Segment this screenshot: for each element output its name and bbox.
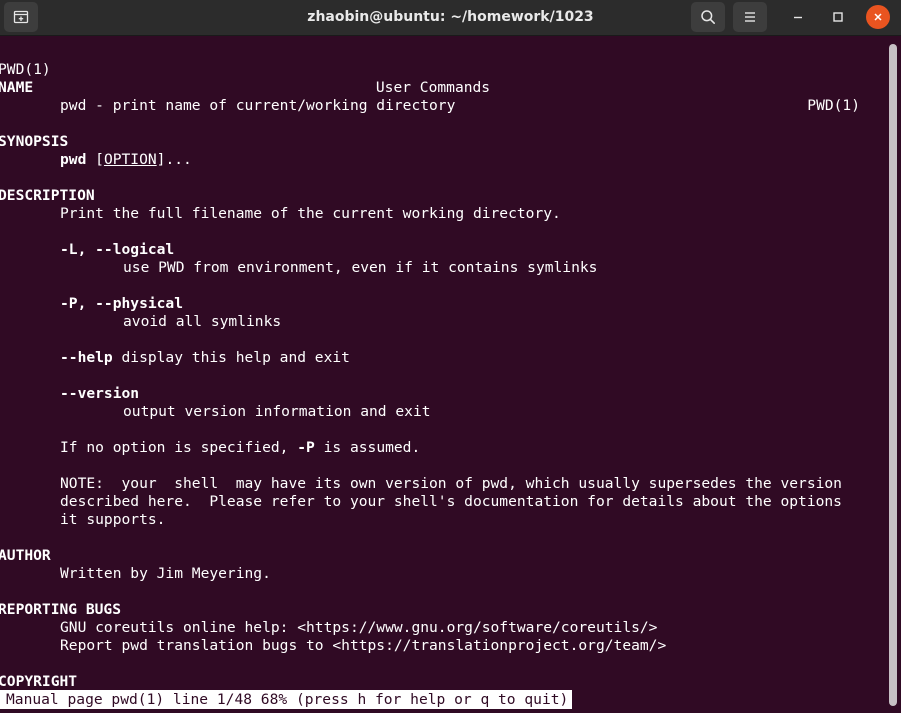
default-option: -P xyxy=(297,439,315,456)
man-header-left: PWD(1) xyxy=(0,61,51,78)
synopsis-command: pwd xyxy=(60,151,87,168)
synopsis-bracket-open: [ xyxy=(86,151,104,168)
search-icon xyxy=(701,10,715,24)
man-header: PWD(1) User Commands PWD(1) xyxy=(0,43,885,114)
author-text: Written by Jim Meyering. xyxy=(60,565,271,582)
option-help-desc: display this help and exit xyxy=(112,349,350,366)
note-line-2: described here. Please refer to your she… xyxy=(60,493,842,510)
option-version-desc: output version information and exit xyxy=(123,403,431,420)
new-tab-icon xyxy=(13,10,29,24)
note-line-1: NOTE: your shell may have its own versio… xyxy=(60,475,842,492)
maximize-button[interactable] xyxy=(826,5,850,29)
terminal-output[interactable]: PWD(1) User Commands PWD(1) NAME pwd - p… xyxy=(0,36,885,713)
scrollbar[interactable] xyxy=(889,44,897,706)
section-heading-copyright: COPYRIGHT xyxy=(0,673,78,690)
close-icon xyxy=(874,13,882,21)
maximize-icon xyxy=(833,12,843,22)
default-pre: If no option is specified, xyxy=(60,439,298,456)
description-text: Print the full filename of the current w… xyxy=(60,205,561,222)
title-bar: zhaobin@ubuntu: ~/homework/1023 xyxy=(0,0,901,36)
default-option-text: If no option is specified, -P is assumed… xyxy=(60,439,420,457)
man-header-right: PWD(1) xyxy=(807,97,860,114)
option-logical-desc: use PWD from environment, even if it con… xyxy=(123,259,598,276)
section-heading-description: DESCRIPTION xyxy=(0,187,95,204)
option-help: --help xyxy=(60,349,113,366)
synopsis-bracket-close: ]... xyxy=(156,151,192,168)
man-header-center: User Commands xyxy=(375,79,491,96)
section-heading-name: NAME xyxy=(0,79,34,96)
bugs-line-2: Report pwd translation bugs to <https://… xyxy=(60,637,667,654)
pager-status-line: Manual page pwd(1) line 1/48 68% (press … xyxy=(0,690,573,709)
option-physical-desc: avoid all symlinks xyxy=(123,313,282,330)
hamburger-menu-icon xyxy=(745,12,755,22)
section-heading-synopsis: SYNOPSIS xyxy=(0,133,69,150)
synopsis-text: pwd [OPTION]... xyxy=(60,151,192,169)
new-tab-button[interactable] xyxy=(4,2,38,32)
section-heading-author: AUTHOR xyxy=(0,547,51,564)
close-button[interactable] xyxy=(866,5,890,29)
minimize-button[interactable] xyxy=(786,5,810,29)
option-physical: -P, --physical xyxy=(60,295,184,312)
name-text: pwd - print name of current/working dire… xyxy=(60,97,456,114)
menu-button[interactable] xyxy=(733,2,767,32)
option-help-line: --help display this help and exit xyxy=(60,349,350,367)
option-version: --version xyxy=(60,385,140,402)
synopsis-option: OPTION xyxy=(103,151,157,168)
bugs-line-1: GNU coreutils online help: <https://www.… xyxy=(60,619,658,636)
minimize-icon xyxy=(794,16,802,19)
default-post: is assumed. xyxy=(314,439,421,456)
note-line-3: it supports. xyxy=(60,511,166,528)
option-logical: -L, --logical xyxy=(60,241,175,258)
section-heading-bugs: REPORTING BUGS xyxy=(0,601,122,618)
search-button[interactable] xyxy=(691,2,725,32)
